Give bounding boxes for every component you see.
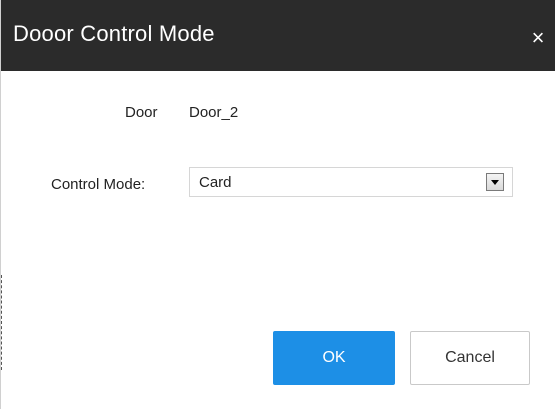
window-edge-divider	[1, 275, 4, 370]
cancel-button[interactable]: Cancel	[410, 331, 530, 385]
control-mode-selected-value: Card	[199, 174, 232, 191]
door-label: Door	[125, 104, 158, 121]
control-mode-select[interactable]: Card	[189, 167, 513, 197]
close-icon[interactable]: ×	[527, 27, 549, 49]
dialog-titlebar: Dooor Control Mode ×	[1, 0, 555, 71]
door-control-mode-dialog: Dooor Control Mode × Door Door_2 Control…	[0, 0, 555, 409]
ok-button[interactable]: OK	[273, 331, 395, 385]
door-value: Door_2	[189, 104, 239, 121]
dialog-title: Dooor Control Mode	[13, 21, 215, 46]
chevron-down-icon[interactable]	[486, 173, 504, 191]
control-mode-label: Control Mode:	[51, 176, 146, 193]
